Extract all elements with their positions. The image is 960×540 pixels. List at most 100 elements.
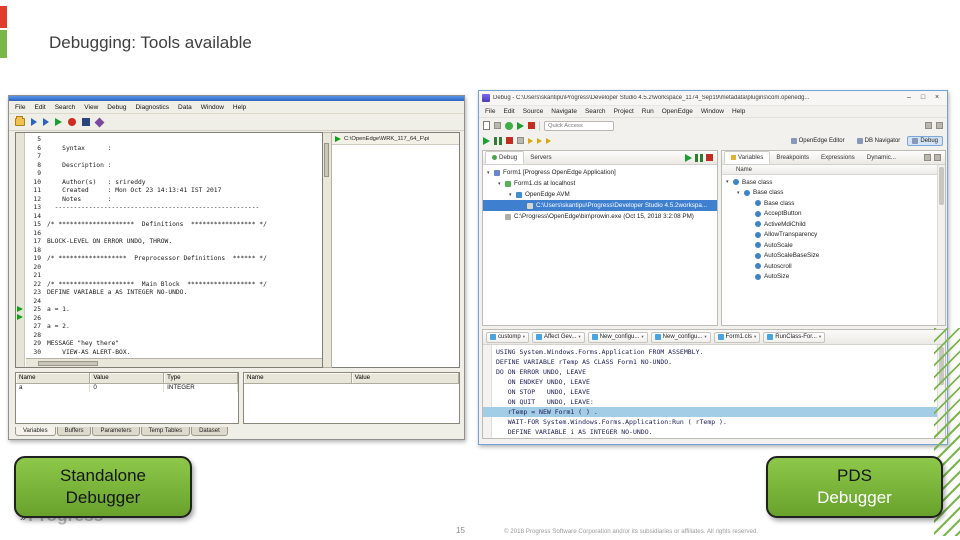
menu-item[interactable]: Window xyxy=(201,104,224,111)
step-over-icon[interactable] xyxy=(537,137,542,144)
menu-item[interactable]: Help xyxy=(732,108,745,115)
minimize-button[interactable]: – xyxy=(902,92,916,104)
code-line[interactable]: 16 xyxy=(28,230,267,239)
run-icon[interactable] xyxy=(517,121,524,130)
code-line[interactable]: 29 MESSAGE "hey there" xyxy=(28,340,267,349)
code-line[interactable]: 30 VIEW-AS ALERT-BOX. xyxy=(28,349,267,358)
variable-row[interactable]: ▾ Base class xyxy=(722,177,945,188)
vertical-scrollbar[interactable] xyxy=(937,165,945,325)
column-header[interactable]: Value xyxy=(89,373,165,384)
watch-icon[interactable] xyxy=(94,117,105,127)
code-line[interactable]: rTemp = NEW Form1 ( ) . xyxy=(483,407,937,417)
variable-row[interactable]: AcceptButton xyxy=(722,209,945,220)
panel-tab[interactable]: Dynamic... xyxy=(861,151,902,164)
column-header[interactable]: Value xyxy=(351,373,459,384)
menu-item[interactable]: Run xyxy=(642,108,654,115)
suspend-icon[interactable] xyxy=(494,136,502,145)
menu-item[interactable]: Data xyxy=(178,104,192,111)
pds-titlebar[interactable]: Debug - C:\Users\skantipu\Progress\Devel… xyxy=(479,91,947,105)
launch-config-button[interactable]: customp xyxy=(486,331,529,343)
perspective-button[interactable]: DB Navigator xyxy=(852,136,906,146)
panel-tab[interactable]: Debug xyxy=(485,151,525,164)
variable-row[interactable]: AutoScaleBaseSize xyxy=(722,251,945,262)
column-header[interactable]: Name xyxy=(16,373,91,384)
debug-tree-item[interactable]: C:\Users\skantipu\Progress\Developer Stu… xyxy=(483,200,717,211)
variable-row[interactable]: Base class xyxy=(722,198,945,209)
table-row[interactable]: a 0 INTEGER xyxy=(16,383,238,392)
breakpoint-icon[interactable] xyxy=(82,118,90,126)
sad-watch-table[interactable]: Name Value xyxy=(243,372,460,424)
step-return-icon[interactable] xyxy=(546,137,551,144)
launch-config-button[interactable]: Affect Gev... xyxy=(531,331,585,343)
bottom-tab[interactable]: Parameters xyxy=(92,427,140,436)
variable-row[interactable]: ActiveMdiChild xyxy=(722,219,945,230)
code-line[interactable]: 23 DEFINE VARIABLE a AS INTEGER NO-UNDO. xyxy=(28,289,267,298)
tree-caret-icon[interactable]: ▾ xyxy=(726,179,733,185)
code-line[interactable]: 5 xyxy=(28,136,267,145)
code-line[interactable]: DEFINE VARIABLE i AS INTEGER NO-UNDO. xyxy=(483,427,937,437)
maximize-button[interactable]: □ xyxy=(916,92,930,104)
menu-item[interactable]: Navigate xyxy=(551,108,577,115)
variable-row[interactable]: ▾ Base class xyxy=(722,188,945,199)
resume-icon[interactable] xyxy=(483,136,490,145)
sad-code-editor[interactable]: 5 6 Syntax : 7 8 Description : 9 10 Auth… xyxy=(15,132,323,368)
code-line[interactable]: DEFINE VARIABLE rTemp AS CLASS Form1 NO-… xyxy=(483,357,937,367)
resume-icon[interactable] xyxy=(685,153,692,162)
code-line[interactable]: 18 xyxy=(28,247,267,256)
variable-row[interactable]: AutoSize xyxy=(722,272,945,283)
bottom-tab[interactable]: Buffers xyxy=(56,427,92,436)
collapse-all-icon[interactable] xyxy=(924,154,931,161)
scrollbar-thumb[interactable] xyxy=(939,167,944,205)
debug-icon[interactable] xyxy=(505,121,513,130)
variables-column-header[interactable]: Name xyxy=(722,165,945,175)
code-line[interactable]: 9 xyxy=(28,170,267,179)
code-line[interactable]: 27 a = 2. xyxy=(28,323,267,332)
menu-item[interactable]: Search xyxy=(55,104,76,111)
launch-config-button[interactable]: Form1.cls xyxy=(713,331,761,343)
bottom-tab[interactable]: Dataset xyxy=(191,427,228,436)
tree-caret-icon[interactable]: ▾ xyxy=(487,170,494,176)
column-header[interactable]: Name xyxy=(244,373,352,384)
run-icon[interactable] xyxy=(55,118,62,126)
code-line[interactable]: USING System.Windows.Forms.Application F… xyxy=(483,347,937,357)
tree-caret-icon[interactable]: ▾ xyxy=(509,192,516,198)
bottom-tab[interactable]: Variables xyxy=(15,427,56,436)
column-header[interactable]: Type xyxy=(163,373,238,384)
pds-code-editor[interactable]: USING System.Windows.Forms.Application F… xyxy=(483,345,945,438)
code-line[interactable]: 11 Created : Mon Oct 23 14:13:41 IST 201… xyxy=(28,187,267,196)
menu-item[interactable]: OpenEdge xyxy=(662,108,693,115)
code-line[interactable]: 14 xyxy=(28,213,267,222)
code-line[interactable]: 20 xyxy=(28,264,267,273)
menu-item[interactable]: File xyxy=(485,108,495,115)
horizontal-scrollbar[interactable] xyxy=(26,358,322,367)
menu-item[interactable]: Edit xyxy=(34,104,45,111)
chevron-down-icon[interactable] xyxy=(523,334,525,340)
code-line[interactable]: 28 xyxy=(28,332,267,341)
menu-item[interactable]: Debug xyxy=(107,104,126,111)
menu-item[interactable]: Diagnostics xyxy=(135,104,169,111)
debug-tree-item[interactable]: ▾ Form1 [Progress OpenEdge Application] xyxy=(483,167,717,178)
chevron-down-icon[interactable] xyxy=(754,334,756,340)
stop-icon[interactable] xyxy=(528,122,535,129)
menu-item[interactable]: Project xyxy=(614,108,634,115)
new-file-icon[interactable] xyxy=(483,121,490,130)
sad-variables-table[interactable]: Name Value Type a 0 INTEGER xyxy=(15,372,239,424)
variable-row[interactable]: AutoScale xyxy=(722,240,945,251)
step-into-icon[interactable] xyxy=(528,137,533,144)
code-line[interactable]: 25 a = 1. xyxy=(28,306,267,315)
code-line[interactable]: ON QUIT UNDO, LEAVE: xyxy=(483,397,937,407)
perspective-button[interactable]: OpenEdge Editor xyxy=(786,136,850,146)
variable-row[interactable]: AllowTransparency xyxy=(722,230,945,241)
code-line[interactable]: 17 BLOCK-LEVEL ON ERROR UNDO, THROW. xyxy=(28,238,267,247)
menu-item[interactable]: File xyxy=(15,104,25,111)
code-line[interactable]: 15 /* ******************** Definitions *… xyxy=(28,221,266,230)
perspective-button[interactable]: Debug xyxy=(907,135,943,146)
terminate-icon[interactable] xyxy=(706,154,713,161)
session-bar[interactable]: C:\OpenEdge\WRK_117_64_F\pi xyxy=(332,133,459,145)
code-line[interactable]: 12 Notes : xyxy=(28,196,267,205)
code-line[interactable]: 13 -------------------------------------… xyxy=(28,204,267,213)
debug-tree-item[interactable]: ▾ Form1.cls at localhost xyxy=(483,178,717,189)
view-menu-icon[interactable] xyxy=(934,154,941,161)
code-line[interactable]: 22 /* ******************** Main Block **… xyxy=(28,281,266,290)
code-line[interactable]: 10 Author(s) : srireddy xyxy=(28,179,267,188)
